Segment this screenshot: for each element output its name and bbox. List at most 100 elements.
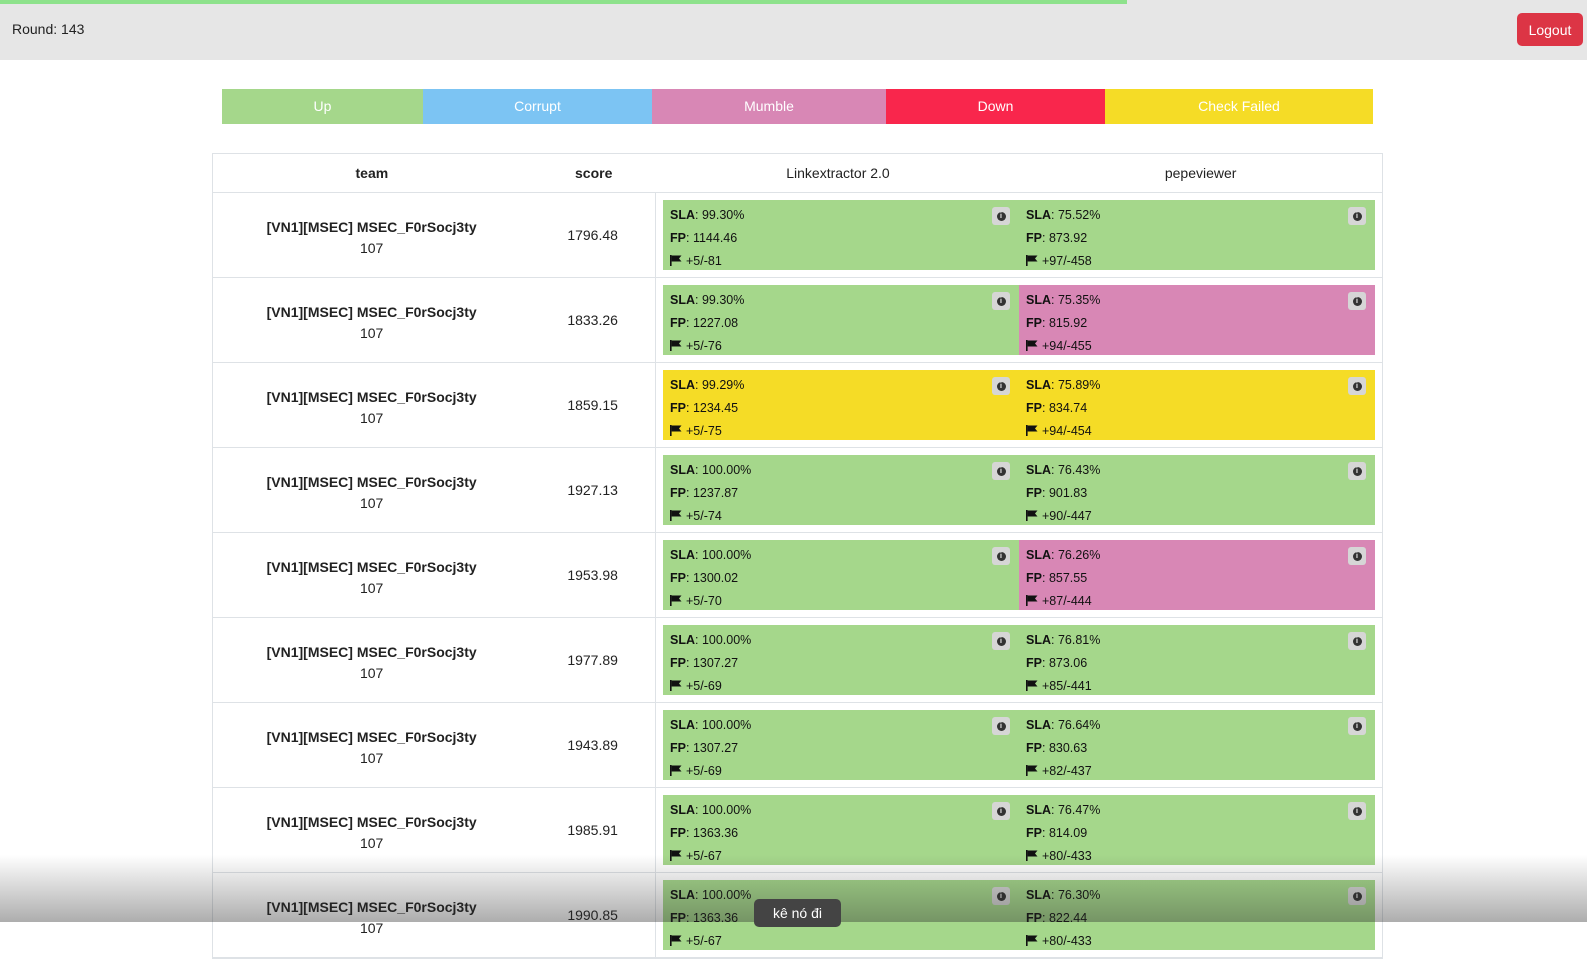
sla-line: SLA: 76.81% (1026, 633, 1101, 647)
flag-icon (1026, 765, 1038, 776)
table-body: [VN1][MSEC] MSEC_F0rSocj3ty 107 1796.48 … (213, 193, 1382, 958)
sla-value: 99.30% (701, 293, 745, 307)
score-cell: 1859.15 (530, 363, 656, 447)
info-icon: i (996, 381, 1006, 391)
team-name: [VN1][MSEC] MSEC_F0rSocj3ty (266, 729, 477, 745)
team-name: [VN1][MSEC] MSEC_F0rSocj3ty (266, 219, 477, 235)
flag-icon (1026, 255, 1038, 266)
team-id: 107 (359, 325, 384, 341)
logout-button[interactable]: Logout (1517, 13, 1583, 46)
fp-value: 901.83 (1048, 486, 1088, 500)
team-cell: [VN1][MSEC] MSEC_F0rSocj3ty 107 (213, 448, 530, 532)
score-cell: 1953.98 (530, 533, 656, 617)
team-cell: [VN1][MSEC] MSEC_F0rSocj3ty 107 (213, 533, 530, 617)
team-id: 107 (359, 410, 384, 426)
fp-line: FP: 814.09 (1026, 826, 1088, 840)
flags-value: +80/-433 (1042, 934, 1092, 948)
flags-value: +5/-69 (686, 679, 722, 693)
service-cell-pepeviewer: SLA: 76.81% FP: 873.06 +85/-441 i (1019, 625, 1375, 695)
fp-value: 814.09 (1048, 826, 1088, 840)
service-cell-linkextractor: SLA: 100.00% FP: 1300.02 +5/-70 i (663, 540, 1019, 610)
sla-value: 100.00% (701, 633, 752, 647)
sla-value: 99.29% (701, 378, 745, 392)
flags-line: +5/-69 (670, 760, 1012, 783)
info-button[interactable]: i (992, 717, 1010, 735)
flags-value: +85/-441 (1042, 679, 1092, 693)
flags-line: +94/-455 (1026, 335, 1368, 358)
table-row: [VN1][MSEC] MSEC_F0rSocj3ty 107 1977.89 … (213, 618, 1382, 703)
info-button[interactable]: i (992, 207, 1010, 225)
info-button[interactable]: i (1348, 462, 1366, 480)
flags-value: +94/-455 (1042, 339, 1092, 353)
sla-value: 75.89% (1057, 378, 1101, 392)
team-name: [VN1][MSEC] MSEC_F0rSocj3ty (266, 899, 477, 915)
info-button[interactable]: i (992, 292, 1010, 310)
legend-check-failed: Check Failed (1105, 89, 1373, 124)
info-button[interactable]: i (1348, 377, 1366, 395)
team-name: [VN1][MSEC] MSEC_F0rSocj3ty (266, 644, 477, 660)
fp-line: FP: 1144.46 (670, 231, 738, 245)
info-button[interactable]: i (1348, 802, 1366, 820)
flags-line: +94/-454 (1026, 420, 1368, 443)
services-cell: SLA: 100.00% FP: 1307.27 +5/-69 i SLA: 7… (656, 618, 1382, 702)
team-name: [VN1][MSEC] MSEC_F0rSocj3ty (266, 304, 477, 320)
fp-line: FP: 873.06 (1026, 656, 1088, 670)
info-button[interactable]: i (992, 802, 1010, 820)
service-cell-linkextractor: SLA: 100.00% FP: 1307.27 +5/-69 i (663, 710, 1019, 780)
info-button[interactable]: i (1348, 292, 1366, 310)
fp-line: FP: 901.83 (1026, 486, 1088, 500)
flag-icon (670, 765, 682, 776)
team-id: 107 (359, 495, 384, 511)
info-icon: i (1352, 636, 1362, 646)
info-button[interactable]: i (1348, 207, 1366, 225)
fp-value: 1307.27 (692, 741, 739, 755)
flag-icon (1026, 510, 1038, 521)
info-icon: i (996, 211, 1006, 221)
flags-value: +90/-447 (1042, 509, 1092, 523)
services-cell: SLA: 100.00% FP: 1307.27 +5/-69 i SLA: 7… (656, 703, 1382, 787)
score-cell: 1943.89 (530, 703, 656, 787)
table-header: team score Linkextractor 2.0 pepeviewer (213, 154, 1382, 193)
info-button[interactable]: i (992, 377, 1010, 395)
info-icon: i (1352, 296, 1362, 306)
flag-icon (670, 510, 682, 521)
flags-value: +5/-74 (686, 509, 722, 523)
flag-icon (670, 255, 682, 266)
score-cell: 1796.48 (530, 193, 656, 277)
info-icon: i (996, 636, 1006, 646)
fp-value: 1237.87 (692, 486, 739, 500)
fp-line: FP: 822.44 (1026, 911, 1088, 925)
service-cell-pepeviewer: SLA: 75.89% FP: 834.74 +94/-454 i (1019, 370, 1375, 440)
info-button[interactable]: i (1348, 717, 1366, 735)
service-cell-pepeviewer: SLA: 75.35% FP: 815.92 +94/-455 i (1019, 285, 1375, 355)
info-button[interactable]: i (1348, 887, 1366, 905)
flags-value: +5/-69 (686, 764, 722, 778)
header-team: team (355, 165, 389, 181)
service-cell-pepeviewer: SLA: 76.47% FP: 814.09 +80/-433 i (1019, 795, 1375, 865)
info-button[interactable]: i (992, 887, 1010, 905)
info-button[interactable]: i (992, 547, 1010, 565)
team-cell: [VN1][MSEC] MSEC_F0rSocj3ty 107 (213, 873, 530, 957)
sla-line: SLA: 75.52% (1026, 208, 1101, 222)
flags-line: +5/-70 (670, 590, 1012, 613)
score-cell: 1833.26 (530, 278, 656, 362)
fp-value: 834.74 (1048, 401, 1088, 415)
fp-line: FP: 1237.87 (670, 486, 739, 500)
team-id: 107 (359, 665, 384, 681)
info-button[interactable]: i (1348, 632, 1366, 650)
sla-line: SLA: 99.29% (670, 378, 745, 392)
sla-value: 100.00% (701, 548, 752, 562)
sla-line: SLA: 100.00% (670, 463, 752, 477)
team-id: 107 (359, 920, 384, 936)
service-cell-linkextractor: SLA: 100.00% FP: 1363.36 +5/-67 i (663, 880, 1019, 950)
fp-value: 1363.36 (692, 911, 739, 925)
flags-value: +87/-444 (1042, 594, 1092, 608)
sla-value: 76.43% (1057, 463, 1101, 477)
info-button[interactable]: i (992, 632, 1010, 650)
info-button[interactable]: i (1348, 547, 1366, 565)
team-id: 107 (359, 240, 384, 256)
info-button[interactable]: i (992, 462, 1010, 480)
score-cell: 1990.85 (530, 873, 656, 957)
tooltip: kê nó đi (754, 899, 841, 927)
team-name: [VN1][MSEC] MSEC_F0rSocj3ty (266, 814, 477, 830)
